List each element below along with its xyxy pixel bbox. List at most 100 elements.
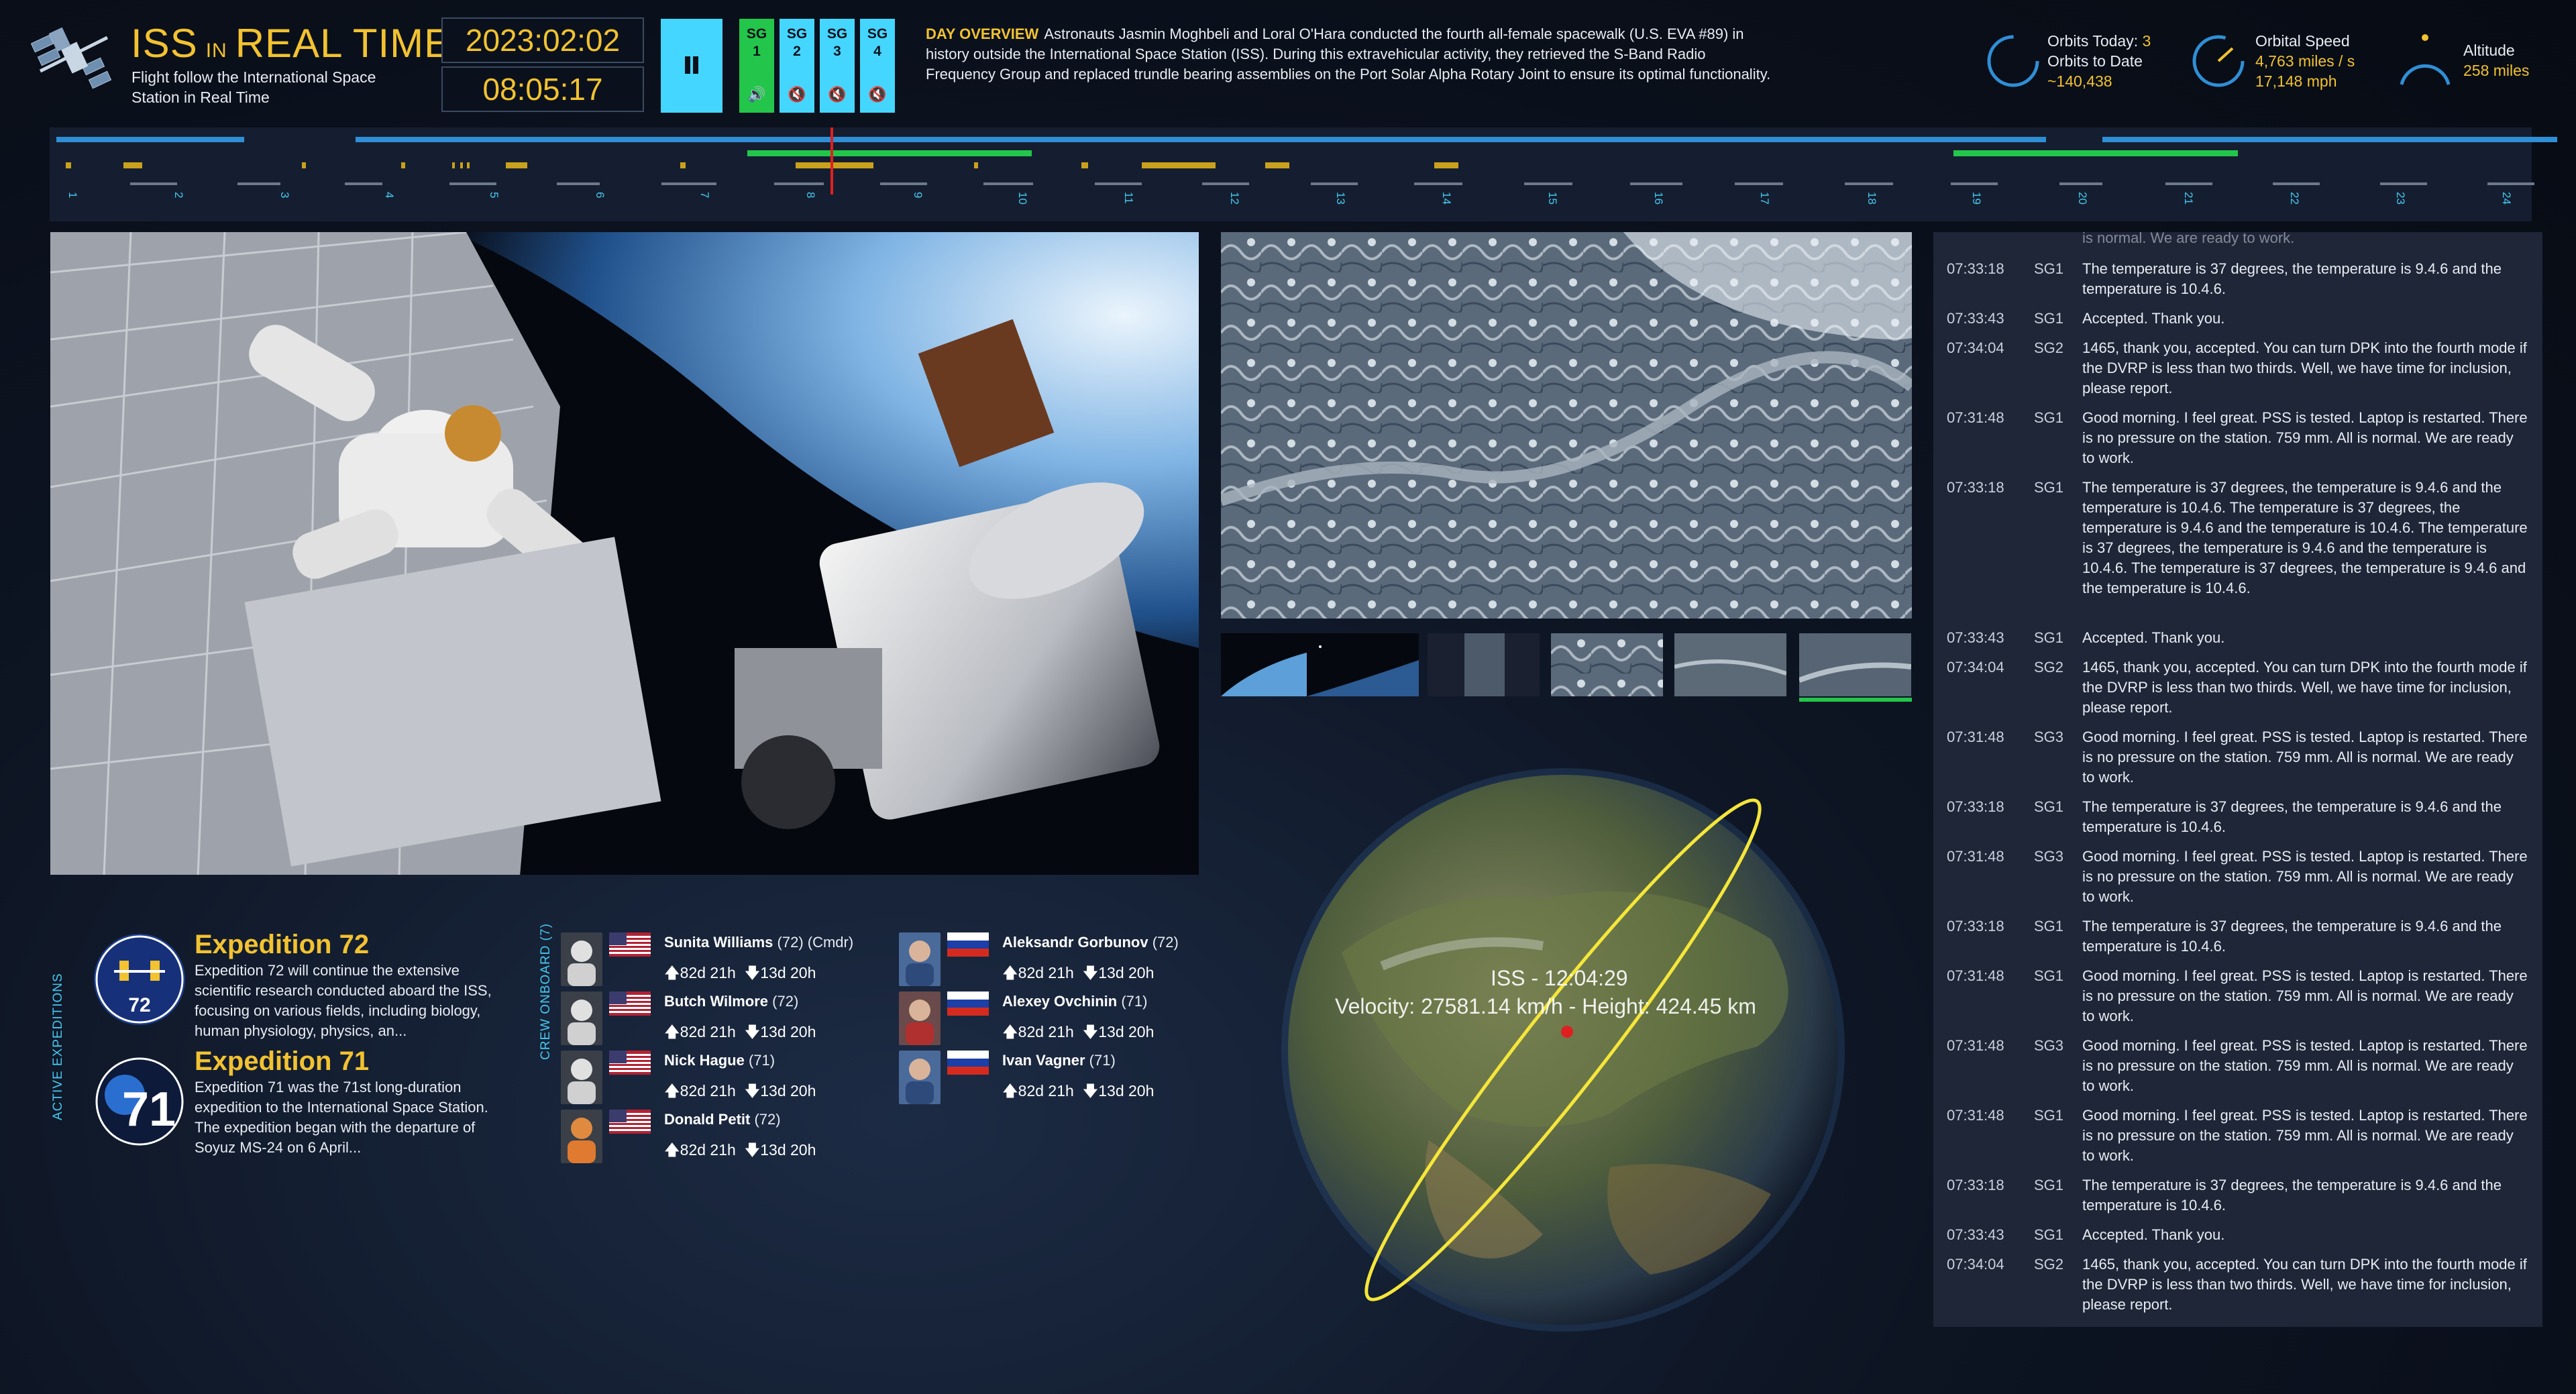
time-display: 08:05:17 — [441, 66, 644, 112]
russia-flag-icon — [947, 932, 989, 957]
arrow-up-icon: 🡅 — [1002, 1082, 1018, 1100]
timeline-hour-label: 19 — [1970, 192, 1983, 205]
crew-member-name[interactable]: Donald Petit (72) — [664, 1111, 781, 1128]
timeline-hour-label: 16 — [1652, 192, 1665, 205]
expedition-72-badge[interactable]: 72 — [94, 934, 185, 1025]
arrow-down-icon: 🡇 — [1082, 1023, 1099, 1040]
us-flag-icon — [609, 1051, 651, 1075]
timeline-hour-label: 13 — [1334, 192, 1347, 205]
crew-member-duration: 🡅82d 21h 🡇13d 20h — [664, 1082, 816, 1100]
live-video-feed[interactable] — [50, 232, 1199, 875]
iss-logo-icon — [27, 24, 121, 98]
crew-member-duration: 🡅82d 21h 🡇13d 20h — [664, 1023, 816, 1040]
avatar — [561, 932, 602, 986]
sg4-button[interactable]: SG 4 🔇 — [860, 19, 895, 113]
timeline-hour-label: 7 — [698, 192, 711, 199]
expedition-71-badge[interactable]: 71 — [94, 1056, 185, 1147]
iss-position-label: ISS - 12:04:29 — [1491, 966, 1628, 990]
timeline-hour-label: 14 — [1440, 192, 1453, 205]
arrow-up-icon: 🡅 — [664, 1141, 680, 1159]
us-flag-icon — [609, 932, 651, 957]
timeline-hour-label: 5 — [488, 192, 500, 199]
date-display: 2023:02:02 — [441, 17, 644, 63]
day-overview-heading: DAY OVERVIEW — [926, 25, 1039, 42]
altitude-gauge-icon — [2400, 34, 2451, 85]
timeline-current-marker[interactable] — [830, 127, 833, 195]
arrow-down-icon: 🡇 — [744, 1082, 761, 1100]
expedition-72-title[interactable]: Expedition 72 — [195, 930, 369, 960]
timeline-hour-label: 6 — [594, 192, 606, 199]
orbits-stats: Orbits Today: 3 Orbits to Date ~140,438 — [2047, 32, 2151, 90]
crew-member-duration: 🡅82d 21h 🡇13d 20h — [664, 964, 816, 981]
crew-member-name[interactable]: Nick Hague (71) — [664, 1052, 775, 1069]
earth-observation-image[interactable] — [1221, 232, 1912, 619]
timeline-hour-label: 17 — [1758, 192, 1771, 205]
image-thumbnail[interactable] — [1307, 633, 1419, 696]
speed-gauge-icon — [2192, 35, 2245, 87]
arrow-down-icon: 🡇 — [744, 964, 761, 981]
crew-member-name[interactable]: Butch Wilmore (72) — [664, 993, 798, 1010]
crew-member-name[interactable]: Ivan Vagner (71) — [1002, 1052, 1116, 1069]
crew-member-name[interactable]: Alexey Ovchinin (71) — [1002, 993, 1147, 1010]
sg1-button[interactable]: SG 1 🔊 — [739, 19, 774, 113]
crew-onboard-label: CREW ONBOARD (7) — [539, 923, 553, 1060]
image-thumbnail[interactable] — [1428, 633, 1540, 696]
crew-member-name[interactable]: Sunita Williams (72) (Cmdr) — [664, 934, 853, 951]
timeline-hour-label: 18 — [1866, 192, 1878, 205]
timeline-hour-label: 11 — [1122, 192, 1135, 204]
svg-text:71: 71 — [122, 1083, 176, 1136]
timeline-hour-label: 15 — [1546, 192, 1559, 205]
arrow-down-icon: 🡇 — [744, 1141, 761, 1159]
image-thumbnail[interactable] — [1551, 633, 1663, 696]
volume-muted-icon: 🔇 — [788, 86, 806, 103]
timeline-hour-label: 1 — [66, 192, 79, 199]
speed-stats: Orbital Speed 4,763 miles / s 17,148 mph — [2255, 32, 2355, 90]
arrow-down-icon: 🡇 — [1082, 1082, 1099, 1100]
expedition-72-description: Expedition 72 will continue the extensiv… — [195, 962, 492, 1039]
timeline-hour-label: 22 — [2288, 192, 2301, 205]
image-thumbnail-active[interactable] — [1799, 633, 1911, 696]
timeline-hour-label: 9 — [912, 192, 924, 199]
volume-on-icon: 🔊 — [747, 86, 766, 103]
orbits-gauge-icon — [1987, 35, 2039, 87]
day-overview: DAY OVERVIEW Astronauts Jasmin Moghbeli a… — [926, 24, 1771, 85]
day-overview-text: Astronauts Jasmin Moghbeli and Loral O'H… — [926, 25, 1771, 83]
timeline-hour-label: 4 — [383, 192, 396, 199]
communication-log[interactable]: is normal. We are ready to work. 07:33:1… — [1933, 232, 2542, 1327]
sg2-button[interactable]: SG 2 🔇 — [780, 19, 814, 113]
arrow-up-icon: 🡅 — [664, 1023, 680, 1040]
expedition-71-description: Expedition 71 was the 71st long-duration… — [195, 1079, 488, 1156]
arrow-up-icon: 🡅 — [1002, 1023, 1018, 1040]
avatar — [899, 991, 941, 1045]
orbit-globe[interactable] — [1261, 765, 1865, 1335]
timeline-hour-label: 8 — [804, 192, 817, 199]
arrow-up-icon: 🡅 — [664, 964, 680, 981]
timeline-hour-label: 10 — [1016, 192, 1029, 205]
crew-member-duration: 🡅82d 21h 🡇13d 20h — [664, 1141, 816, 1159]
pause-button[interactable] — [661, 19, 722, 113]
us-flag-icon — [609, 1110, 651, 1134]
timeline-hour-label: 12 — [1228, 192, 1241, 205]
active-expeditions-label: ACTIVE EXPEDITIONS — [51, 973, 65, 1120]
day-timeline[interactable]: 1 2 3 4 5 6 7 8 9 10 11 12 13 14 15 16 1… — [50, 127, 2557, 221]
app-subtitle: Flight follow the International Space St… — [131, 68, 376, 106]
crew-member-name[interactable]: Aleksandr Gorbunov (72) — [1002, 934, 1179, 951]
crew-member-duration: 🡅82d 21h 🡇13d 20h — [1002, 964, 1155, 981]
us-flag-icon — [609, 991, 651, 1016]
expedition-71-title[interactable]: Expedition 71 — [195, 1047, 369, 1077]
timeline-hour-label: 3 — [278, 192, 291, 199]
altitude-stats: Altitude 258 miles — [2463, 42, 2530, 79]
russia-flag-icon — [947, 1051, 989, 1075]
timeline-hour-label: 2 — [172, 192, 185, 199]
crew-member-duration: 🡅82d 21h 🡇13d 20h — [1002, 1082, 1155, 1100]
image-thumbnail[interactable] — [1674, 633, 1786, 696]
timeline-hour-label: 21 — [2182, 192, 2195, 205]
crew-member-duration: 🡅82d 21h 🡇13d 20h — [1002, 1023, 1155, 1040]
avatar — [899, 932, 941, 986]
arrow-up-icon: 🡅 — [664, 1082, 680, 1100]
arrow-down-icon: 🡇 — [744, 1023, 761, 1040]
sg3-button[interactable]: SG 3 🔇 — [820, 19, 855, 113]
svg-text:72: 72 — [128, 994, 150, 1016]
russia-flag-icon — [947, 991, 989, 1016]
avatar — [561, 1051, 602, 1104]
